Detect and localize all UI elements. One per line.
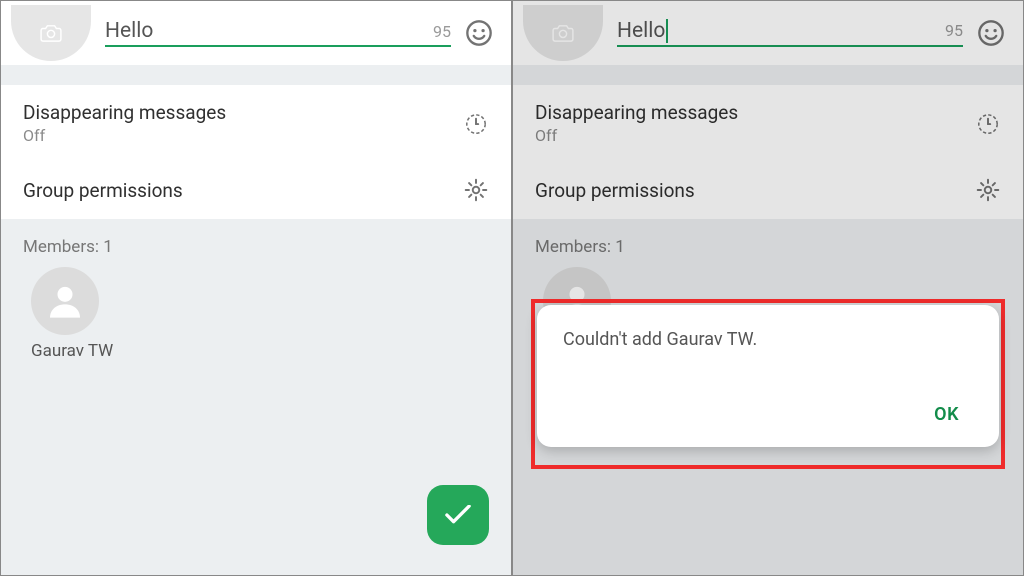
- member-item[interactable]: Gaurav TW: [1, 267, 511, 361]
- permissions-title: Group permissions: [23, 179, 463, 202]
- member-avatar: [31, 267, 99, 335]
- members-count: Members: 1: [513, 219, 1023, 267]
- gear-icon: [463, 177, 489, 203]
- dialog-ok-button[interactable]: OK: [920, 398, 973, 431]
- timer-icon: [463, 110, 489, 136]
- disappearing-messages-row[interactable]: Disappearing messages Off: [513, 85, 1023, 161]
- group-name-value: Hello: [105, 19, 433, 43]
- timer-icon: [975, 110, 1001, 136]
- emoji-icon[interactable]: [465, 19, 493, 47]
- header: Hello 95: [513, 1, 1023, 65]
- person-icon: [45, 281, 85, 321]
- disappearing-title: Disappearing messages: [535, 101, 975, 124]
- group-photo-button[interactable]: [11, 5, 91, 61]
- disappearing-status: Off: [535, 126, 975, 145]
- group-permissions-row[interactable]: Group permissions: [513, 161, 1023, 219]
- group-name-value: Hello: [617, 19, 945, 43]
- confirm-fab[interactable]: [427, 485, 489, 545]
- screen-group-setup-dialog: Hello 95 Disappearing messages Off Group…: [512, 0, 1024, 576]
- disappearing-messages-row[interactable]: Disappearing messages Off: [1, 85, 511, 161]
- screen-group-setup: Hello 95 Disappearing messages Off Group…: [0, 0, 512, 576]
- permissions-title: Group permissions: [535, 179, 975, 202]
- check-icon: [444, 505, 472, 525]
- members-count: Members: 1: [1, 219, 511, 267]
- error-dialog: Couldn't add Gaurav TW. OK: [537, 305, 999, 447]
- camera-icon: [552, 24, 574, 42]
- char-counter: 95: [433, 22, 451, 41]
- emoji-icon[interactable]: [977, 19, 1005, 47]
- disappearing-title: Disappearing messages: [23, 101, 463, 124]
- gear-icon: [975, 177, 1001, 203]
- text-cursor: [666, 19, 668, 43]
- camera-icon: [40, 24, 62, 42]
- header: Hello 95: [1, 1, 511, 65]
- dialog-message: Couldn't add Gaurav TW.: [563, 329, 973, 350]
- group-name-input[interactable]: Hello 95: [105, 19, 451, 47]
- char-counter: 95: [945, 21, 963, 40]
- group-photo-button[interactable]: [523, 5, 603, 61]
- disappearing-status: Off: [23, 126, 463, 145]
- member-name: Gaurav TW: [31, 341, 493, 361]
- group-name-input[interactable]: Hello 95: [617, 19, 963, 47]
- group-permissions-row[interactable]: Group permissions: [1, 161, 511, 219]
